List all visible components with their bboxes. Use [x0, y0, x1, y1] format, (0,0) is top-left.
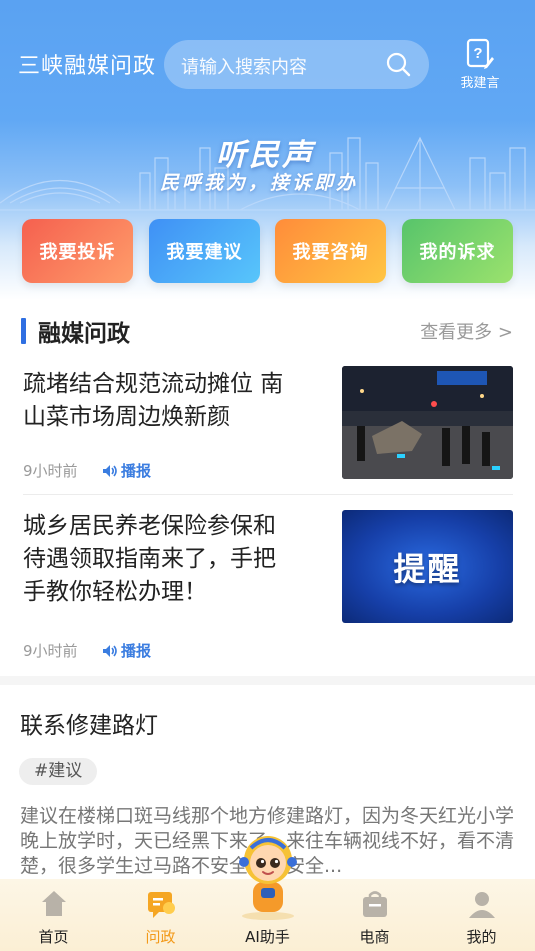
news-item-1-image[interactable]	[342, 366, 513, 479]
tab-mine[interactable]: 我的	[428, 879, 535, 951]
search-bar[interactable]: 请输入搜索内容	[164, 40, 429, 89]
news-item-2-time: 9小时前	[23, 642, 78, 660]
my-requests-button[interactable]: 我的诉求	[402, 219, 513, 283]
issue-title[interactable]: 联系修建路灯	[20, 706, 158, 740]
news-item-2-title-line3: 手教你轻松办理！	[23, 579, 207, 605]
ai-assistant-icon[interactable]	[237, 830, 299, 920]
news-item-2-play-button[interactable]: 播报	[102, 640, 151, 661]
news-item-1-title-line2: 山菜市场周边焕新颜	[23, 404, 230, 430]
wenzheng-icon	[147, 892, 175, 918]
tab-mine-label: 我的	[466, 928, 497, 946]
section-separator	[0, 676, 535, 685]
tab-shop-label: 电商	[359, 928, 390, 946]
my-requests-label: 我的诉求	[419, 242, 496, 263]
slogan-sub: 民呼我为，接诉即办	[160, 172, 359, 194]
tab-home-label: 首页	[38, 928, 69, 946]
section-title: 融媒问政	[38, 321, 130, 347]
section-accent-bar	[21, 318, 26, 344]
user-icon	[468, 892, 495, 918]
news-item-2-play-label: 播报	[121, 642, 152, 660]
suggestion-button[interactable]: 我要建议	[149, 219, 260, 283]
tab-wenzheng[interactable]: 问政	[107, 879, 214, 951]
svg-text:?: ?	[473, 45, 482, 62]
tab-home[interactable]: 首页	[0, 879, 107, 951]
app-title: 三峡融媒问政	[18, 54, 157, 79]
news-item-2-image[interactable]: 提醒	[342, 510, 513, 623]
view-more-link[interactable]: 查看更多 >	[420, 318, 513, 344]
news-item-1-time: 9小时前	[23, 462, 78, 480]
speaker-icon	[103, 464, 117, 477]
news-item-2-title-line1: 城乡居民养老保险参保和	[23, 513, 276, 539]
speaker-icon	[103, 644, 117, 657]
reminder-image-text: 提醒	[393, 549, 462, 588]
news-item-2-title[interactable]: 城乡居民养老保险参保和 待遇领取指南来了，手把 手教你轻松办理！	[23, 510, 276, 609]
issue-tag: #建议	[19, 758, 98, 785]
complaint-button[interactable]: 我要投诉	[22, 219, 133, 283]
consult-label: 我要咨询	[292, 242, 369, 263]
suggest-button[interactable]: ? 我建言	[452, 38, 508, 91]
street-night-photo	[342, 366, 513, 479]
suggestion-label: 我要建议	[166, 242, 243, 263]
suggest-edit-icon: ?	[466, 38, 494, 69]
tab-ai-assistant-label: AI助手	[245, 928, 290, 946]
search-icon[interactable]	[385, 51, 411, 77]
tab-shop[interactable]: 电商	[321, 879, 428, 951]
shop-bag-icon	[362, 891, 387, 917]
complaint-label: 我要投诉	[39, 242, 116, 263]
news-item-1-play-label: 播报	[121, 462, 152, 480]
news-item-1-play-button[interactable]: 播报	[102, 460, 151, 481]
tab-wenzheng-label: 问政	[145, 928, 176, 946]
suggest-label: 我建言	[460, 76, 500, 91]
home-icon	[41, 891, 66, 916]
news-item-1-title-line1: 疏堵结合规范流动摊位 南	[23, 371, 284, 397]
consult-button[interactable]: 我要咨询	[275, 219, 386, 283]
news-item-2-title-line2: 待遇领取指南来了，手把	[23, 546, 276, 572]
news-divider	[23, 494, 513, 495]
search-input[interactable]: 请输入搜索内容	[181, 53, 307, 79]
news-item-1-title[interactable]: 疏堵结合规范流动摊位 南 山菜市场周边焕新颜	[23, 368, 283, 434]
